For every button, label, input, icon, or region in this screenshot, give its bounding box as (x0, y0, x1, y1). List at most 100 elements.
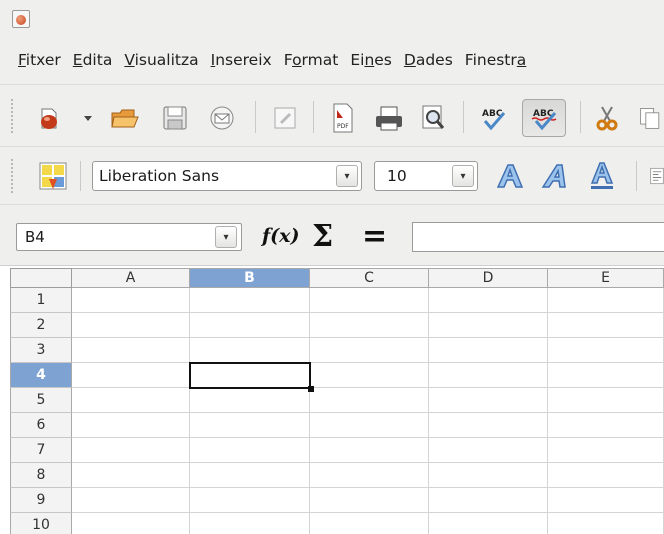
cell-a10[interactable] (72, 513, 190, 534)
cell-b9[interactable] (190, 488, 310, 513)
cell-c5[interactable] (310, 388, 429, 413)
print-icon[interactable] (372, 103, 406, 133)
toolbar-grip[interactable] (11, 159, 15, 193)
cell-e5[interactable] (548, 388, 664, 413)
cell-c10[interactable] (310, 513, 429, 534)
cell-b10[interactable] (190, 513, 310, 534)
column-header-e[interactable]: E (548, 268, 664, 288)
menu-item[interactable]: Format (284, 51, 339, 69)
cell-d7[interactable] (429, 438, 548, 463)
column-header-b[interactable]: B (190, 268, 310, 288)
chevron-down-icon[interactable]: ▾ (215, 226, 237, 248)
cell-c3[interactable] (310, 338, 429, 363)
cell-c4[interactable] (310, 363, 429, 388)
cell-e9[interactable] (548, 488, 664, 513)
font-size-value[interactable]: 10 (387, 167, 407, 185)
menu-item[interactable]: Edita (73, 51, 113, 69)
column-header-d[interactable]: D (429, 268, 548, 288)
row-header-7[interactable]: 7 (10, 438, 72, 463)
cell-e3[interactable] (548, 338, 664, 363)
column-header-c[interactable]: C (310, 268, 429, 288)
row-header-1[interactable]: 1 (10, 288, 72, 313)
name-box-value[interactable]: B4 (25, 228, 45, 246)
underline-icon[interactable] (586, 159, 618, 193)
cut-icon[interactable] (592, 103, 622, 133)
menu-item[interactable]: Insereix (211, 51, 272, 69)
new-dropdown-arrow-icon[interactable] (82, 112, 94, 124)
row-header-8[interactable]: 8 (10, 463, 72, 488)
function-wizard-icon[interactable]: f(x) (262, 225, 299, 247)
cell-d2[interactable] (429, 313, 548, 338)
cell-b8[interactable] (190, 463, 310, 488)
font-name-value[interactable]: Liberation Sans (99, 167, 219, 185)
cell-b1[interactable] (190, 288, 310, 313)
row-header-10[interactable]: 10 (10, 513, 72, 534)
cell-c1[interactable] (310, 288, 429, 313)
cell-d10[interactable] (429, 513, 548, 534)
cell-c2[interactable] (310, 313, 429, 338)
chevron-down-icon[interactable]: ▾ (452, 165, 474, 187)
toolbar-grip[interactable] (11, 99, 15, 133)
cell-a6[interactable] (72, 413, 190, 438)
cell-a5[interactable] (72, 388, 190, 413)
cell-b5[interactable] (190, 388, 310, 413)
select-all-corner[interactable] (10, 268, 72, 288)
cell-d1[interactable] (429, 288, 548, 313)
new-document-icon[interactable] (34, 103, 64, 133)
chevron-down-icon[interactable]: ▾ (336, 165, 358, 187)
cell-b7[interactable] (190, 438, 310, 463)
cell-e6[interactable] (548, 413, 664, 438)
bold-icon[interactable] (494, 161, 526, 191)
cell-e2[interactable] (548, 313, 664, 338)
cell-d3[interactable] (429, 338, 548, 363)
cell-d4[interactable] (429, 363, 548, 388)
row-header-2[interactable]: 2 (10, 313, 72, 338)
font-size-combo[interactable]: 10 ▾ (374, 161, 478, 191)
autospellcheck-icon[interactable]: ABC (522, 99, 566, 137)
cell-a2[interactable] (72, 313, 190, 338)
formula-input[interactable] (412, 222, 664, 252)
styles-icon[interactable] (36, 159, 70, 193)
menu-item[interactable]: Eines (350, 51, 392, 69)
edit-file-icon[interactable] (270, 103, 300, 133)
row-header-6[interactable]: 6 (10, 413, 72, 438)
autofill-handle[interactable] (308, 386, 314, 392)
cell-c8[interactable] (310, 463, 429, 488)
cell-d6[interactable] (429, 413, 548, 438)
cell-e4[interactable] (548, 363, 664, 388)
email-icon[interactable] (206, 103, 238, 133)
font-name-combo[interactable]: Liberation Sans ▾ (92, 161, 362, 191)
cell-b2[interactable] (190, 313, 310, 338)
cell-a3[interactable] (72, 338, 190, 363)
menu-item[interactable]: Fitxer (18, 51, 61, 69)
name-box[interactable]: B4 ▾ (16, 223, 242, 251)
cell-c9[interactable] (310, 488, 429, 513)
export-pdf-icon[interactable]: PDF (328, 101, 358, 135)
menu-item[interactable]: Dades (404, 51, 453, 69)
row-header-9[interactable]: 9 (10, 488, 72, 513)
cell-e1[interactable] (548, 288, 664, 313)
cell-e7[interactable] (548, 438, 664, 463)
copy-icon[interactable] (638, 103, 664, 133)
menu-item[interactable]: Visualitza (124, 51, 198, 69)
row-header-4[interactable]: 4 (10, 363, 72, 388)
row-header-5[interactable]: 5 (10, 388, 72, 413)
cell-d8[interactable] (429, 463, 548, 488)
save-icon[interactable] (160, 103, 190, 133)
cell-c6[interactable] (310, 413, 429, 438)
cell-b3[interactable] (190, 338, 310, 363)
calc-app-icon[interactable] (12, 10, 30, 28)
active-cell-cursor[interactable] (189, 362, 311, 389)
cell-a4[interactable] (72, 363, 190, 388)
cell-b6[interactable] (190, 413, 310, 438)
menu-item[interactable]: Finestra (465, 51, 526, 69)
italic-icon[interactable] (540, 161, 572, 191)
cell-d5[interactable] (429, 388, 548, 413)
sum-icon[interactable]: Σ (312, 219, 333, 254)
column-header-a[interactable]: A (72, 268, 190, 288)
cell-a9[interactable] (72, 488, 190, 513)
row-header-3[interactable]: 3 (10, 338, 72, 363)
cell-a8[interactable] (72, 463, 190, 488)
equals-icon[interactable]: = (362, 219, 387, 254)
print-preview-icon[interactable] (416, 103, 450, 133)
